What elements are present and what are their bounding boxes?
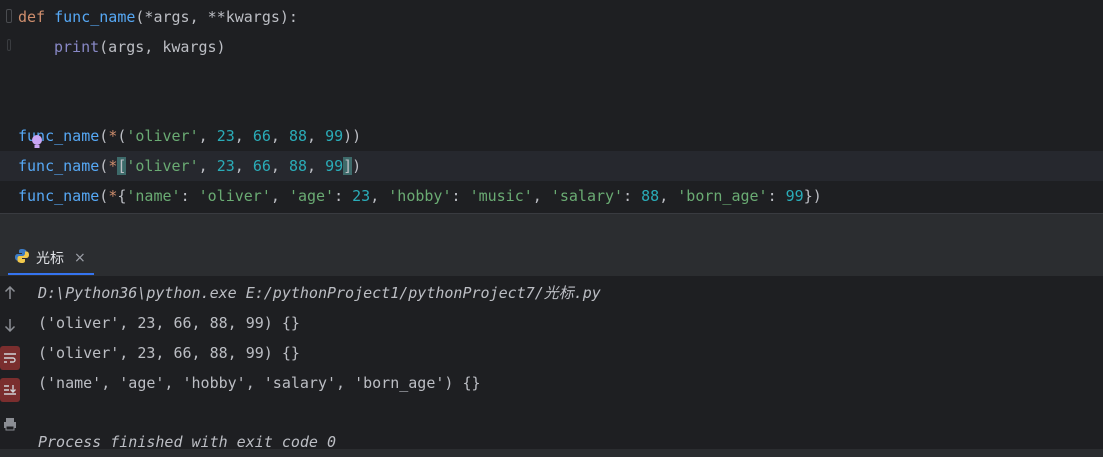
string: 'oliver' <box>126 127 199 145</box>
comma: , <box>270 157 289 175</box>
comma: , <box>370 187 389 205</box>
number: 23 <box>216 157 235 175</box>
comma: , <box>270 127 289 145</box>
function-name: func_name <box>54 8 136 26</box>
comma: , <box>234 127 253 145</box>
number: 88 <box>288 157 307 175</box>
builtin-print: print <box>54 38 100 56</box>
fold-marker-end[interactable] <box>7 39 11 51</box>
dict-key: 'born_age' <box>677 187 768 205</box>
console-output-line: ('name', 'age', 'hobby', 'salary', 'born… <box>38 374 481 392</box>
arrow-down-icon[interactable] <box>0 313 20 337</box>
unpack-operator: * <box>108 157 118 175</box>
colon: : <box>334 187 353 205</box>
string: 'oliver' <box>126 157 199 175</box>
number: 99 <box>325 157 344 175</box>
comma: , <box>307 157 326 175</box>
python-icon <box>14 248 30 268</box>
tab-label: 光标 <box>36 250 64 267</box>
console-command: D:\Python36\python.exe E:/pythonProject1… <box>38 284 601 302</box>
number: 66 <box>252 157 271 175</box>
scroll-to-end-icon[interactable] <box>0 378 20 402</box>
paren: ( <box>99 157 109 175</box>
console-exit-message: Process finished with exit code 0 <box>38 433 337 451</box>
string: 'music' <box>469 187 533 205</box>
comma: , <box>234 157 253 175</box>
dict-key: 'salary' <box>550 187 624 205</box>
console-output-line: ('oliver', 23, 66, 88, 99) {} <box>38 314 300 332</box>
colon: : <box>180 187 199 205</box>
call-name: func_name <box>18 157 100 175</box>
run-tool-window-tabs: 光标 × <box>0 242 1103 275</box>
params: (*args, **kwargs): <box>135 8 298 26</box>
comma: , <box>198 157 217 175</box>
code-line-print[interactable]: print(args, kwargs) <box>54 32 226 62</box>
comma: , <box>532 187 551 205</box>
colon: : <box>767 187 786 205</box>
number: 23 <box>216 127 235 145</box>
panel-divider[interactable] <box>0 213 1103 243</box>
number: 99 <box>785 187 804 205</box>
code-line-call-tuple[interactable]: func_name(*('oliver', 23, 66, 88, 99)) <box>18 121 361 151</box>
tab-run-config[interactable]: 光标 × <box>8 242 94 275</box>
close-icon[interactable]: × <box>74 250 86 266</box>
console-output-line: ('oliver', 23, 66, 88, 99) {} <box>38 344 300 362</box>
comma: , <box>198 127 217 145</box>
print-icon[interactable] <box>0 412 20 436</box>
comma: , <box>307 127 326 145</box>
brace: } <box>803 187 813 205</box>
colon: : <box>623 187 642 205</box>
paren: ( <box>99 187 109 205</box>
paren: )) <box>343 127 362 145</box>
fold-marker[interactable] <box>6 9 12 23</box>
paren: ) <box>812 187 822 205</box>
code-line-call-list[interactable]: func_name(*['oliver', 23, 66, 88, 99]) <box>0 151 1103 181</box>
call-name: func_name <box>18 187 100 205</box>
bracket-highlight: ] <box>343 157 353 175</box>
code-line-def[interactable]: def func_name(*args, **kwargs): <box>18 2 298 32</box>
number: 88 <box>641 187 660 205</box>
comma: , <box>270 187 289 205</box>
code-line-call-dict[interactable]: func_name(*{'name': 'oliver', 'age': 23,… <box>18 181 822 211</box>
number: 99 <box>325 127 344 145</box>
dict-key: 'name' <box>126 187 181 205</box>
paren: ( <box>99 127 109 145</box>
run-console[interactable]: D:\Python36\python.exe E:/pythonProject1… <box>0 276 1103 451</box>
code-editor[interactable]: def func_name(*args, **kwargs): print(ar… <box>0 0 1103 213</box>
soft-wrap-icon[interactable] <box>0 346 20 370</box>
number: 66 <box>252 127 271 145</box>
lightbulb-icon[interactable] <box>30 134 44 150</box>
print-args: (args, kwargs) <box>99 38 226 56</box>
dict-key: 'age' <box>288 187 335 205</box>
dict-key: 'hobby' <box>388 187 452 205</box>
unpack-operator: * <box>108 127 118 145</box>
unpack-operator: * <box>108 187 118 205</box>
colon: : <box>451 187 470 205</box>
number: 23 <box>352 187 371 205</box>
keyword: def <box>18 8 46 26</box>
number: 88 <box>288 127 307 145</box>
comma: , <box>659 187 678 205</box>
paren: ) <box>352 157 362 175</box>
string: 'oliver' <box>198 187 271 205</box>
arrow-up-icon[interactable] <box>0 281 20 305</box>
